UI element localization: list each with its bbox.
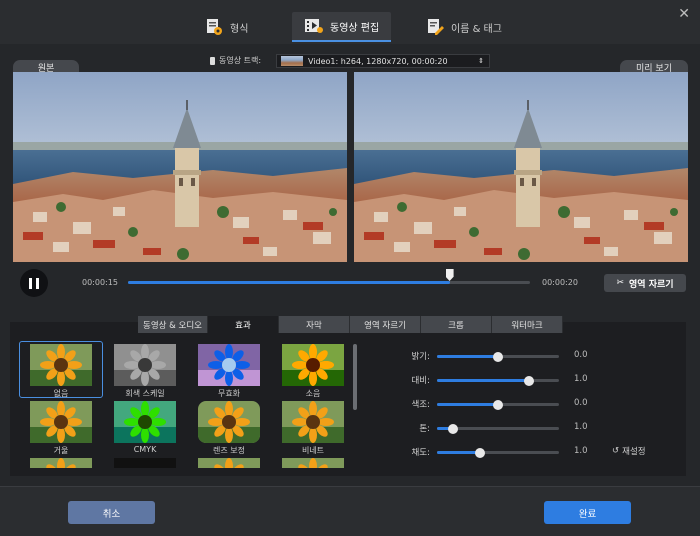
trim-region-button[interactable]: ✂ 영역 자르기 (604, 274, 686, 292)
contrast-value: 1.0 (574, 374, 588, 384)
brightness-label: 밝기: (411, 352, 430, 362)
close-icon[interactable]: ✕ (678, 6, 690, 22)
tab-crop[interactable]: 크롭 (421, 316, 492, 333)
saturation-slider-handle[interactable] (474, 447, 485, 458)
effect-label: 무효화 (217, 389, 241, 398)
done-button[interactable]: 완료 (544, 501, 631, 524)
effect-grayscale[interactable]: 회색 스케일 (114, 344, 176, 399)
track-select[interactable]: Video1: h264, 1280x720, 00:00:20 ⇕ (276, 54, 490, 68)
tab-video-edit[interactable]: 동영상 편집 (292, 12, 392, 42)
effect-cmyk[interactable]: CMYK (114, 401, 176, 456)
effect-thumbnail (198, 401, 260, 443)
reset-button[interactable]: ↺ 재설정 (612, 445, 646, 457)
saturation-label: 채도: (411, 448, 430, 458)
effect-thumbnail (114, 401, 176, 443)
output-preview (354, 72, 688, 262)
slider-fill (437, 403, 498, 406)
tone-value: 1.0 (574, 422, 588, 432)
saturation-slider[interactable] (437, 451, 559, 454)
tone-label: 톤: (419, 424, 430, 434)
scissors-icon: ✂ (616, 278, 624, 288)
hue-value: 0.0 (574, 398, 588, 408)
seek-bar[interactable] (128, 281, 530, 284)
slider-fill (437, 355, 498, 358)
phone-icon (210, 56, 215, 65)
effect-none[interactable]: 없음 (30, 344, 92, 399)
effect-mirror[interactable]: 거울 (30, 401, 92, 456)
tone-slider-handle[interactable] (447, 423, 458, 434)
effect-thumbnail (198, 344, 260, 386)
contrast-slider-handle[interactable] (523, 375, 534, 386)
reset-icon: ↺ (612, 446, 620, 456)
effect-noise[interactable]: 소음 (282, 344, 344, 399)
slider-fill (437, 451, 480, 454)
effect-thumbnail-partial[interactable] (30, 458, 92, 468)
reset-label: 재설정 (622, 447, 646, 457)
effect-thumbnail (30, 401, 92, 443)
effect-vignette[interactable]: 비네트 (282, 401, 344, 456)
effect-lens-correction[interactable]: 렌즈 보정 (198, 401, 260, 456)
contrast-slider[interactable] (437, 379, 559, 382)
tab-video-audio[interactable]: 동영상 & 오디오 (138, 316, 208, 333)
tab-label: 동영상 편집 (330, 22, 380, 34)
pause-button[interactable] (20, 269, 48, 297)
effect-thumbnail (114, 344, 176, 386)
tab-label: 형식 (230, 23, 249, 35)
seek-bar-fill (128, 281, 450, 284)
format-settings-icon (204, 18, 224, 36)
contrast-label: 대비: (411, 376, 430, 386)
effect-thumbnail (282, 344, 344, 386)
effect-invert[interactable]: 무효화 (198, 344, 260, 399)
tab-effects[interactable]: 효과 (208, 316, 279, 333)
saturation-value: 1.0 (574, 446, 588, 456)
tab-name-tag[interactable]: 이름 & 태그 (425, 12, 502, 42)
effect-label: 비네트 (301, 446, 325, 455)
track-label-text: 동영상 트랙: (219, 56, 262, 65)
hue-label: 색조: (411, 400, 430, 410)
name-tag-edit-icon (425, 18, 445, 36)
effect-thumbnail-partial[interactable] (114, 458, 176, 468)
effect-label: CMYK (133, 445, 157, 454)
trim-region-label: 영역 자르기 (629, 279, 674, 290)
effect-label: 거울 (53, 446, 69, 455)
tab-watermark[interactable]: 워터마크 (492, 316, 563, 333)
preview-video-frame (354, 72, 688, 262)
total-time: 00:00:20 (542, 278, 578, 287)
slider-fill (437, 379, 529, 382)
effect-label: 없음 (53, 389, 69, 398)
tab-subtitle[interactable]: 자막 (279, 316, 350, 333)
pause-icon-bar (36, 277, 39, 289)
brightness-value: 0.0 (574, 350, 588, 360)
original-video-frame (13, 72, 347, 262)
video-edit-icon (304, 17, 324, 35)
effect-thumbnail-partial[interactable] (282, 458, 344, 468)
effects-scrollbar[interactable] (353, 344, 357, 410)
pause-icon (29, 277, 32, 289)
effect-label: 소음 (305, 389, 321, 398)
effect-label: 회색 스케일 (125, 389, 165, 398)
track-value: Video1: h264, 1280x720, 00:00:20 (308, 56, 448, 66)
effect-thumbnail (30, 344, 92, 386)
effect-thumbnail-partial[interactable] (198, 458, 260, 468)
cancel-button[interactable]: 취소 (68, 501, 155, 524)
tab-trim[interactable]: 영역 자르기 (350, 316, 421, 333)
track-label: 동영상 트랙: (210, 55, 261, 66)
current-time: 00:00:15 (82, 278, 118, 287)
brightness-slider-handle[interactable] (493, 351, 503, 362)
effect-thumbnail (282, 401, 344, 443)
tab-format[interactable]: 형식 (204, 12, 248, 42)
tab-label: 이름 & 태그 (451, 23, 502, 35)
chevron-updown-icon: ⇕ (478, 57, 484, 65)
track-thumbnail (281, 56, 303, 66)
hue-slider-handle[interactable] (493, 399, 503, 410)
original-preview (13, 72, 347, 262)
effect-label: 렌즈 보정 (213, 446, 245, 455)
